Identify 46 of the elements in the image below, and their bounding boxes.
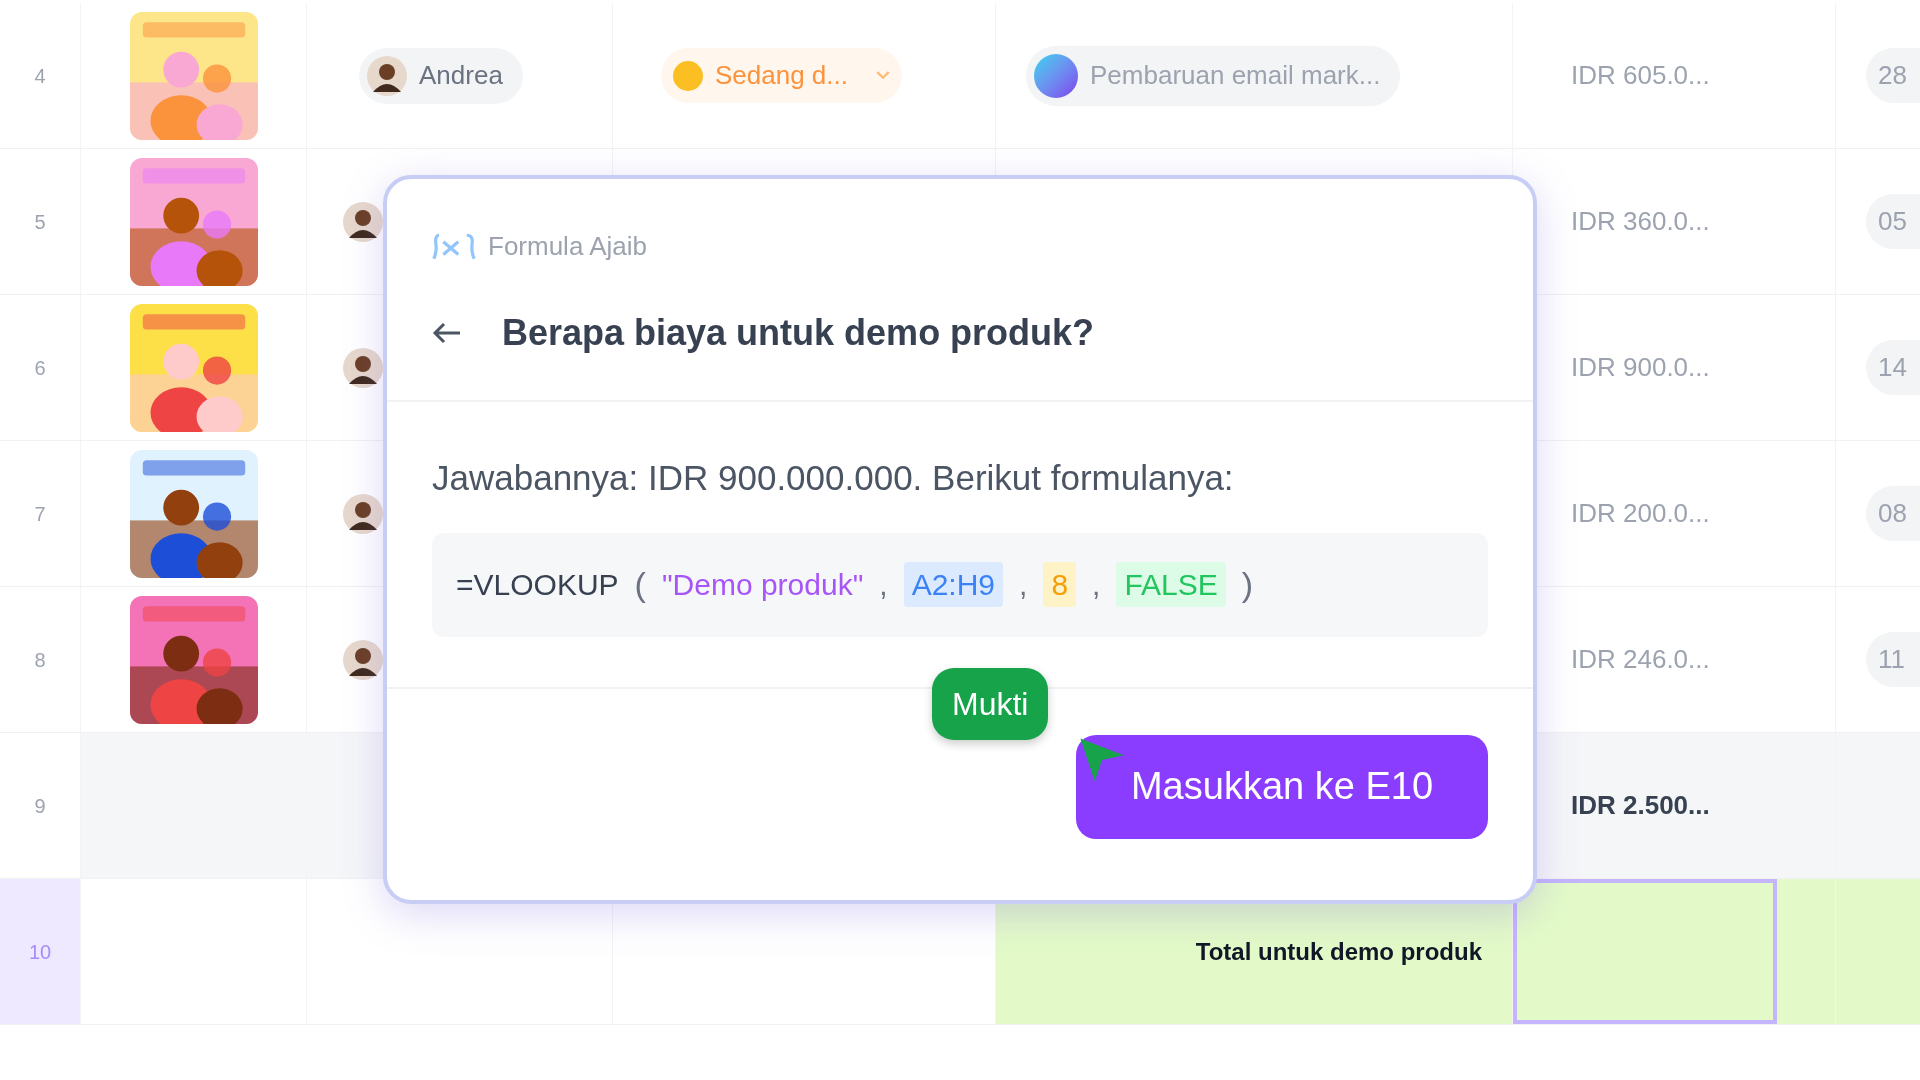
avatar-icon <box>343 493 383 534</box>
back-arrow-icon[interactable] <box>432 321 462 345</box>
formula-token: =VLOOKUP <box>456 567 619 603</box>
date-chip: 11 <box>1866 632 1920 687</box>
cost-cell-text: IDR 605.0... <box>1571 59 1710 92</box>
cost-cell-text: IDR 200.0... <box>1571 497 1710 530</box>
caret-icon <box>876 71 890 80</box>
avatar-icon <box>343 347 383 388</box>
selected-cell[interactable] <box>1513 879 1777 1024</box>
formula-token: , <box>1092 567 1101 603</box>
project-chip[interactable]: Pembaruan email mark... <box>1026 45 1401 106</box>
answer-text: Jawabannya: IDR 900.000.000. Berikut formulanya: <box>432 457 1235 499</box>
cost-cell-text: IDR 246.0... <box>1571 643 1710 676</box>
date-chip: 14 <box>1866 340 1920 395</box>
formula-token: ) <box>1241 564 1254 605</box>
formula-token: A2:H9 <box>903 562 1004 607</box>
avatar-icon <box>343 639 383 680</box>
date-chip: 28 <box>1866 48 1920 103</box>
formula-token: "Demo produk" <box>661 567 864 603</box>
dialog-title: Formula Ajaib <box>488 230 647 263</box>
formula-token: FALSE <box>1116 562 1226 607</box>
date-chip: 05 <box>1866 194 1920 249</box>
formula-token: 8 <box>1043 562 1077 607</box>
avatar-icon <box>367 55 407 96</box>
formula-token: , <box>879 567 888 603</box>
date-chip: 08 <box>1866 486 1920 541</box>
row-number: 6 <box>34 355 46 381</box>
cost-cell-text: IDR 2.500... <box>1571 789 1710 822</box>
formula-token: ( <box>634 564 646 605</box>
row-number: 10 <box>28 939 52 965</box>
row-number: 5 <box>34 209 46 235</box>
row-number: 9 <box>34 793 46 819</box>
total-label: Total untuk demo produk <box>1195 936 1482 967</box>
question-text: Berapa biaya untuk demo produk? <box>502 311 1095 355</box>
cost-cell-text: IDR 900.0... <box>1571 351 1710 384</box>
project-icon <box>1034 53 1078 98</box>
emoji-icon <box>673 60 703 91</box>
insert-button[interactable]: Masukkan ke E10 <box>1076 734 1488 839</box>
row-number: 8 <box>34 647 46 673</box>
avatar-icon <box>343 201 383 242</box>
row-number: 4 <box>34 63 46 89</box>
person-chip[interactable]: Andrea <box>359 47 523 104</box>
formula-token: , <box>1019 567 1028 603</box>
collaborator-label: Mukti <box>932 668 1049 740</box>
cost-cell-text: IDR 360.0... <box>1571 205 1710 238</box>
row-number: 7 <box>34 501 46 527</box>
